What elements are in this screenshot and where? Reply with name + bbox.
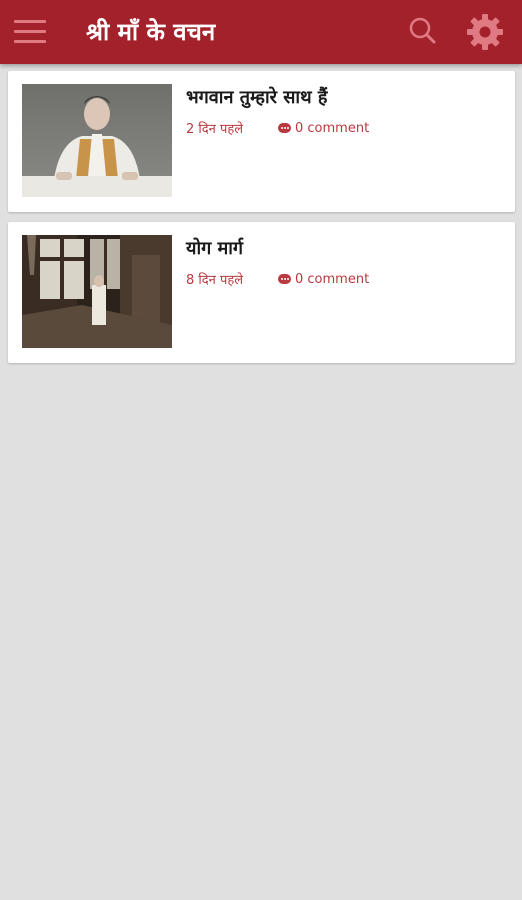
comment-icon [278,273,291,284]
post-thumbnail [22,84,172,197]
list-item[interactable]: योग मार्ग 8 दिन पहले 0 comment [8,222,515,363]
post-list: भगवान तुम्हारे साथ हैं 2 दिन पहले 0 comm… [8,71,515,373]
comment-icon [278,122,291,133]
app-title: श्री माँ के वचन [86,18,216,46]
menu-icon[interactable] [14,20,46,46]
post-date: 8 दिन पहले [186,273,244,288]
comment-count: 0 comment [295,121,370,136]
search-icon[interactable] [402,12,442,52]
post-date: 2 दिन पहले [186,122,244,137]
list-item[interactable]: भगवान तुम्हारे साथ हैं 2 दिन पहले 0 comm… [8,71,515,212]
app-bar: श्री माँ के वचन [0,0,522,64]
gear-icon[interactable] [465,12,505,52]
comment-count-button[interactable]: 0 comment [278,121,369,136]
comment-count-button[interactable]: 0 comment [278,272,369,287]
comment-count: 0 comment [295,272,370,287]
post-thumbnail [22,235,172,348]
post-title: भगवान तुम्हारे साथ हैं [186,87,328,108]
post-title: योग मार्ग [186,238,244,259]
